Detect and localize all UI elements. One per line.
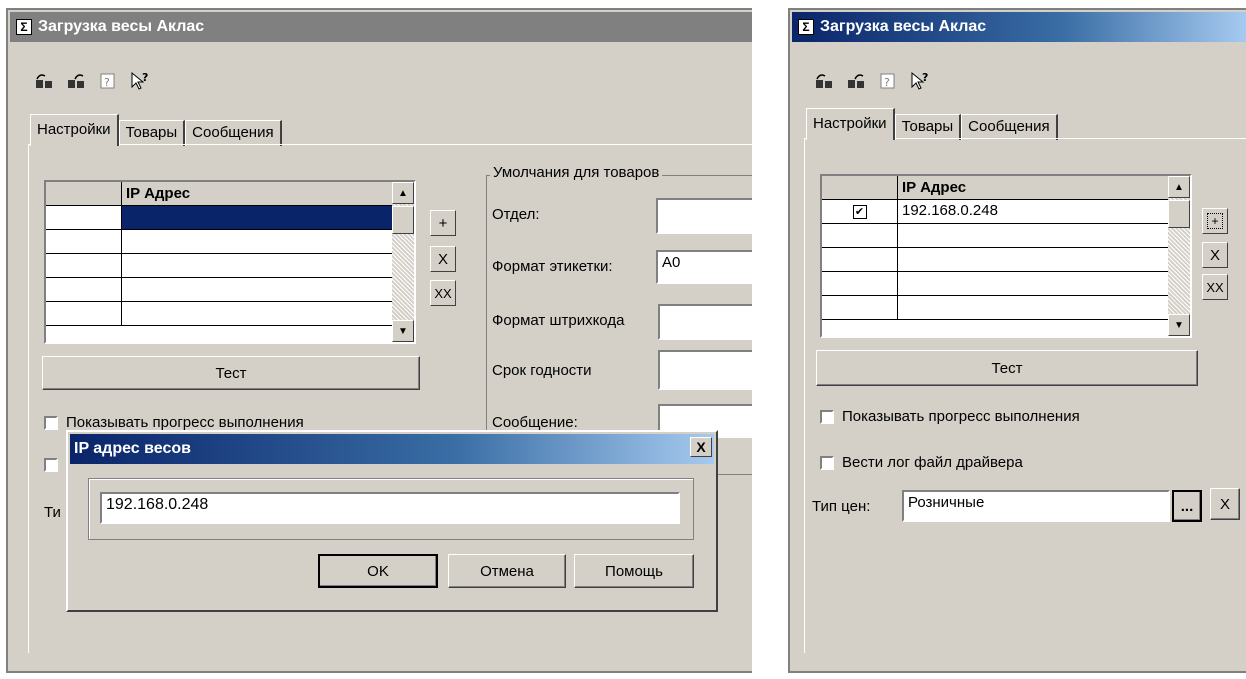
- window-titlebar: Σ Загрузка весы Аклас: [792, 12, 1246, 42]
- price-type-select-button[interactable]: ...: [1172, 490, 1202, 522]
- svg-text:?: ?: [884, 76, 890, 89]
- tab-strip: Настройки Товары Сообщения: [30, 114, 282, 146]
- driver-log-checkbox[interactable]: [44, 458, 58, 472]
- table-row[interactable]: [822, 224, 1190, 248]
- sigma-icon: Σ: [798, 19, 814, 35]
- grid-header: IP Адрес: [822, 176, 1190, 200]
- ip-grid[interactable]: IP Адрес ▲ ▼: [44, 180, 416, 344]
- scroll-thumb[interactable]: [1168, 200, 1190, 228]
- save-icon[interactable]: [844, 70, 868, 92]
- svg-text:?: ?: [922, 71, 928, 84]
- ip-input[interactable]: 192.168.0.248: [100, 492, 680, 524]
- shelf-life-label: Срок годности: [492, 362, 592, 379]
- cancel-button[interactable]: Отмена: [448, 554, 566, 588]
- help-icon[interactable]: ?: [96, 70, 120, 92]
- table-row[interactable]: [46, 302, 414, 326]
- dialog-titlebar: IP адрес весов: [70, 434, 714, 464]
- grid-header: IP Адрес: [46, 182, 414, 206]
- tab-messages[interactable]: Сообщения: [961, 114, 1058, 140]
- checkbox-box[interactable]: [44, 415, 58, 430]
- ok-button[interactable]: OK: [318, 554, 438, 588]
- add-row-button[interactable]: +: [430, 210, 456, 236]
- delete-row-button[interactable]: X: [430, 246, 456, 272]
- barcode-format-field[interactable]: [658, 304, 752, 340]
- scroll-down-icon[interactable]: ▼: [392, 320, 414, 342]
- help-icon[interactable]: ?: [876, 70, 900, 92]
- label-format-label: Формат этикетки:: [492, 258, 613, 275]
- table-row[interactable]: [46, 254, 414, 278]
- whats-this-icon[interactable]: ?: [908, 70, 932, 92]
- scroll-down-icon[interactable]: ▼: [1168, 314, 1190, 336]
- whats-this-icon[interactable]: ?: [128, 70, 152, 92]
- delete-all-button[interactable]: XX: [1202, 274, 1228, 300]
- window-titlebar: Σ Загрузка весы Аклас: [10, 12, 752, 42]
- checkbox-box[interactable]: [44, 458, 58, 472]
- ip-address-dialog: IP адрес весов X 192.168.0.248 OK Отмена…: [66, 430, 718, 612]
- price-type-label: Тип цен:: [812, 498, 871, 515]
- save-icon[interactable]: [64, 70, 88, 92]
- message-label: Сообщение:: [492, 414, 578, 431]
- grid-header-select: [822, 176, 898, 199]
- table-row[interactable]: [46, 206, 414, 230]
- grid-header-ip: IP Адрес: [902, 179, 967, 196]
- sigma-icon: Σ: [16, 19, 32, 35]
- row-checkbox-checked[interactable]: ✔: [852, 204, 867, 219]
- grid-header-ip: IP Адрес: [126, 185, 191, 202]
- table-row[interactable]: [822, 248, 1190, 272]
- tab-settings[interactable]: Настройки: [30, 114, 119, 146]
- close-icon[interactable]: X: [690, 437, 712, 457]
- scroll-up-icon[interactable]: ▲: [1168, 176, 1190, 198]
- grid-scrollbar[interactable]: ▲ ▼: [392, 182, 414, 342]
- table-row[interactable]: [822, 272, 1190, 296]
- window-title: Загрузка весы Аклас: [820, 18, 987, 35]
- tab-messages[interactable]: Сообщения: [185, 120, 282, 146]
- show-progress-checkbox[interactable]: Показывать прогресс выполнения: [44, 414, 304, 431]
- test-button[interactable]: Тест: [816, 350, 1198, 386]
- dialog-title: IP адрес весов: [74, 440, 191, 457]
- restore-icon[interactable]: [812, 70, 836, 92]
- department-label: Отдел:: [492, 206, 540, 223]
- defaults-group-title: Умолчания для товаров: [490, 164, 663, 181]
- price-type-label: Ти: [44, 504, 61, 521]
- show-progress-checkbox[interactable]: Показывать прогресс выполнения: [820, 408, 1080, 425]
- checkbox-box[interactable]: [820, 455, 834, 470]
- tab-goods[interactable]: Товары: [118, 120, 186, 146]
- tab-settings[interactable]: Настройки: [806, 108, 895, 140]
- svg-text:?: ?: [142, 71, 148, 84]
- restore-icon[interactable]: [32, 70, 56, 92]
- svg-text:?: ?: [104, 76, 110, 89]
- label-format-field[interactable]: А0: [656, 250, 752, 284]
- help-button[interactable]: Помощь: [574, 554, 694, 588]
- shelf-life-field[interactable]: [658, 350, 752, 390]
- table-row[interactable]: [822, 296, 1190, 320]
- price-type-clear-button[interactable]: X: [1210, 488, 1240, 520]
- barcode-format-label: Формат штрихкода: [492, 312, 625, 329]
- add-row-button[interactable]: +: [1202, 208, 1228, 234]
- delete-all-button[interactable]: XX: [430, 280, 456, 306]
- scroll-thumb[interactable]: [392, 206, 414, 234]
- tab-goods[interactable]: Товары: [894, 114, 962, 140]
- driver-log-checkbox[interactable]: Вести лог файл драйвера: [820, 454, 1023, 471]
- checkbox-box[interactable]: [820, 409, 834, 424]
- price-type-field[interactable]: Розничные: [902, 490, 1170, 522]
- table-row[interactable]: ✔ 192.168.0.248: [822, 200, 1190, 224]
- toolbar: ? ?: [812, 70, 932, 92]
- grid-header-select: [46, 182, 122, 205]
- table-row[interactable]: [46, 230, 414, 254]
- table-row[interactable]: [46, 278, 414, 302]
- tab-strip: Настройки Товары Сообщения: [806, 108, 1058, 140]
- grid-scrollbar[interactable]: ▲ ▼: [1168, 176, 1190, 336]
- ip-grid[interactable]: IP Адрес ✔ 192.168.0.248 ▲ ▼: [820, 174, 1192, 338]
- department-field[interactable]: [656, 198, 752, 234]
- delete-row-button[interactable]: X: [1202, 242, 1228, 268]
- right-window: Σ Загрузка весы Аклас ? ? Настройки Това…: [788, 8, 1246, 673]
- toolbar: ? ?: [32, 70, 152, 92]
- test-button[interactable]: Тест: [42, 356, 420, 390]
- window-title: Загрузка весы Аклас: [38, 18, 205, 35]
- scroll-up-icon[interactable]: ▲: [392, 182, 414, 204]
